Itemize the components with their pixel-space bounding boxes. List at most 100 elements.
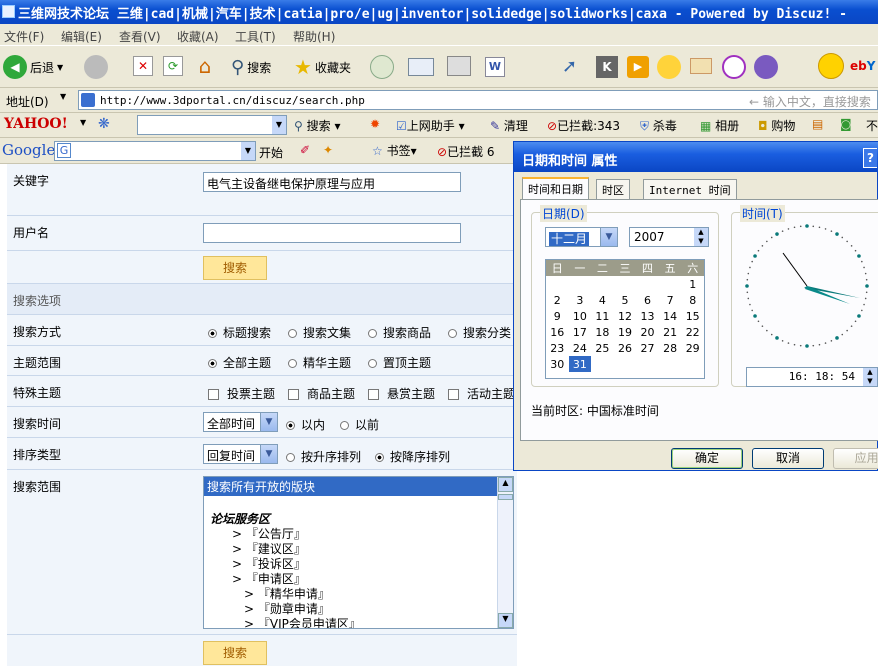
forum-list-item[interactable]: > 『公告厅』 <box>204 527 513 542</box>
menu-help[interactable]: 帮助(H) <box>293 28 335 45</box>
cancel-button[interactable]: 取消 <box>752 448 824 469</box>
forum-list-selected[interactable]: 搜索所有开放的版块 <box>204 477 497 496</box>
menu-favorites[interactable]: 收藏(A) <box>177 28 219 45</box>
apply-button[interactable]: 应用( <box>833 448 878 469</box>
calendar-day[interactable]: 18 <box>591 324 614 340</box>
home-icon[interactable]: ⌂ <box>193 54 217 78</box>
calendar-day[interactable]: 13 <box>636 308 659 324</box>
mail-icon[interactable] <box>408 58 434 76</box>
popup-blocked-button[interactable]: ⊘已拦截:343 <box>547 117 620 134</box>
google-popup-blocked[interactable]: ⊘已拦截 6 <box>437 143 495 160</box>
menu-file[interactable]: 文件(F) <box>4 28 44 45</box>
calendar-day-selected[interactable]: 31 <box>568 356 592 372</box>
special-activity-checkbox[interactable]: 活动主题 <box>448 385 515 402</box>
special-trade-checkbox[interactable]: 商品主题 <box>288 385 355 402</box>
ebay-icon[interactable]: ebY <box>850 59 875 73</box>
calendar-day[interactable] <box>614 356 637 372</box>
address-field[interactable]: http://www.3dportal.cn/discuz/search.php… <box>78 90 878 110</box>
scope-all-radio[interactable]: 全部主题 <box>208 354 271 371</box>
more-button[interactable]: 不 <box>866 117 878 134</box>
antivirus-button[interactable]: ⛨ 杀毒 <box>640 117 677 134</box>
calendar-day[interactable]: 15 <box>681 308 704 324</box>
method-category-radio[interactable]: 搜索分类 <box>448 324 511 341</box>
helper-button[interactable]: ☑上网助手 ▾ <box>396 117 465 134</box>
calendar-day[interactable]: 1 <box>681 276 704 292</box>
calendar-day[interactable] <box>591 276 614 292</box>
scope-digest-radio[interactable]: 精华主题 <box>288 354 351 371</box>
compass-icon[interactable] <box>722 55 746 79</box>
calendar-day[interactable] <box>546 276 569 292</box>
calendar-day[interactable]: 4 <box>591 292 614 308</box>
calendar-day[interactable]: 14 <box>659 308 682 324</box>
forum-list-item[interactable]: > 『精华申请』 <box>204 587 513 602</box>
calendar-day[interactable] <box>659 276 682 292</box>
calendar-day[interactable]: 12 <box>614 308 637 324</box>
calendar-day[interactable]: 20 <box>636 324 659 340</box>
calendar-day[interactable]: 11 <box>591 308 614 324</box>
ok-button[interactable]: 确定 <box>671 448 743 469</box>
yahoo-logo[interactable]: YAHOO! <box>4 116 68 132</box>
calendar-day[interactable] <box>614 276 637 292</box>
search-submit-button[interactable]: 搜索 <box>203 256 267 280</box>
calendar-day[interactable]: 10 <box>569 308 592 324</box>
month-select[interactable]: 十二月 ▼ <box>545 227 618 247</box>
yahoo-menu-dropdown-icon[interactable]: ▼ <box>80 118 86 127</box>
forum-list-box[interactable]: 搜索所有开放的版块 论坛服务区 > 『公告厅』 > 『建议区』 > 『投诉区』 … <box>203 476 514 629</box>
calendar-day[interactable] <box>681 356 704 372</box>
messenger-icon[interactable]: ➚ <box>562 56 584 78</box>
headset-icon[interactable]: ◙ <box>840 117 852 131</box>
username-input[interactable] <box>203 223 461 243</box>
calendar-day[interactable]: 27 <box>636 340 659 356</box>
smiley-icon[interactable] <box>657 55 681 79</box>
calendar-day[interactable] <box>659 356 682 372</box>
edit-word-icon[interactable]: W <box>485 57 505 77</box>
calendar-day[interactable]: 22 <box>681 324 704 340</box>
forum-list-item[interactable]: > 『申请区』 <box>204 572 513 587</box>
special-reward-checkbox[interactable]: 悬赏主题 <box>368 385 435 402</box>
puzzle-icon[interactable]: ✦ <box>323 143 333 157</box>
sort-field-select[interactable]: 回复时间 ▼ <box>203 444 278 464</box>
tab-internet-time[interactable]: Internet 时间 <box>643 179 737 199</box>
year-spinner[interactable]: 2007 ▲ ▼ <box>629 227 709 247</box>
tab-time-date[interactable]: 时间和日期 <box>522 177 589 200</box>
menu-view[interactable]: 查看(V) <box>119 28 161 45</box>
calendar-day[interactable]: 21 <box>659 324 682 340</box>
forum-list-scrollbar[interactable]: ▲ ▼ <box>497 477 513 628</box>
google-search-input[interactable]: G ▼ <box>54 141 256 161</box>
forum-list-item[interactable]: > 『建议区』 <box>204 542 513 557</box>
album-button[interactable]: ▦ 相册 <box>700 117 739 134</box>
method-title-radio[interactable]: 标题搜索 <box>208 324 271 341</box>
calendar-day[interactable]: 29 <box>681 340 704 356</box>
print-icon[interactable] <box>447 56 471 76</box>
forum-list-item[interactable]: > 『VIP会员申请区』 <box>204 617 513 628</box>
k-app-icon[interactable]: K <box>596 56 618 78</box>
yahoo-alert-icon[interactable]: ✹ <box>370 117 380 131</box>
calendar-day[interactable]: 19 <box>614 324 637 340</box>
calendar-day[interactable]: 17 <box>569 324 592 340</box>
calendar-day[interactable]: 9 <box>546 308 569 324</box>
shopping-button[interactable]: ◘ 购物 <box>758 117 795 134</box>
calendar-day[interactable] <box>591 356 614 372</box>
calendar-day[interactable] <box>636 356 659 372</box>
calendar-day[interactable]: 28 <box>659 340 682 356</box>
forum-group[interactable]: 论坛服务区 <box>204 510 513 527</box>
rss-icon[interactable]: ▤ <box>812 117 823 131</box>
bookmarks-button[interactable]: ☆ 书签▾ <box>372 142 417 159</box>
search-button[interactable]: ⚲ 搜索 <box>231 54 271 80</box>
search-submit-button-2[interactable]: 搜索 <box>203 641 267 665</box>
help-button[interactable]: ? <box>863 148 877 168</box>
address-dropdown-icon[interactable]: ▼ <box>60 92 66 101</box>
google-go-button[interactable]: 开始 <box>259 144 283 161</box>
time-within-radio[interactable]: 以内 <box>286 416 325 433</box>
calendar-day[interactable] <box>569 276 592 292</box>
calendar-day[interactable]: 3 <box>569 292 592 308</box>
calendar-day[interactable]: 25 <box>591 340 614 356</box>
history-icon[interactable] <box>370 55 394 79</box>
dialog-title-bar[interactable]: 日期和时间 属性 <box>514 142 878 172</box>
clean-button[interactable]: ✎ 清理 <box>490 117 528 134</box>
calendar-day[interactable]: 6 <box>636 292 659 308</box>
calendar-day[interactable] <box>636 276 659 292</box>
tab-timezone[interactable]: 时区 <box>596 179 630 199</box>
back-button[interactable]: ◀ 后退 ▼ <box>3 54 63 80</box>
calendar-day[interactable]: 30 <box>546 356 569 372</box>
